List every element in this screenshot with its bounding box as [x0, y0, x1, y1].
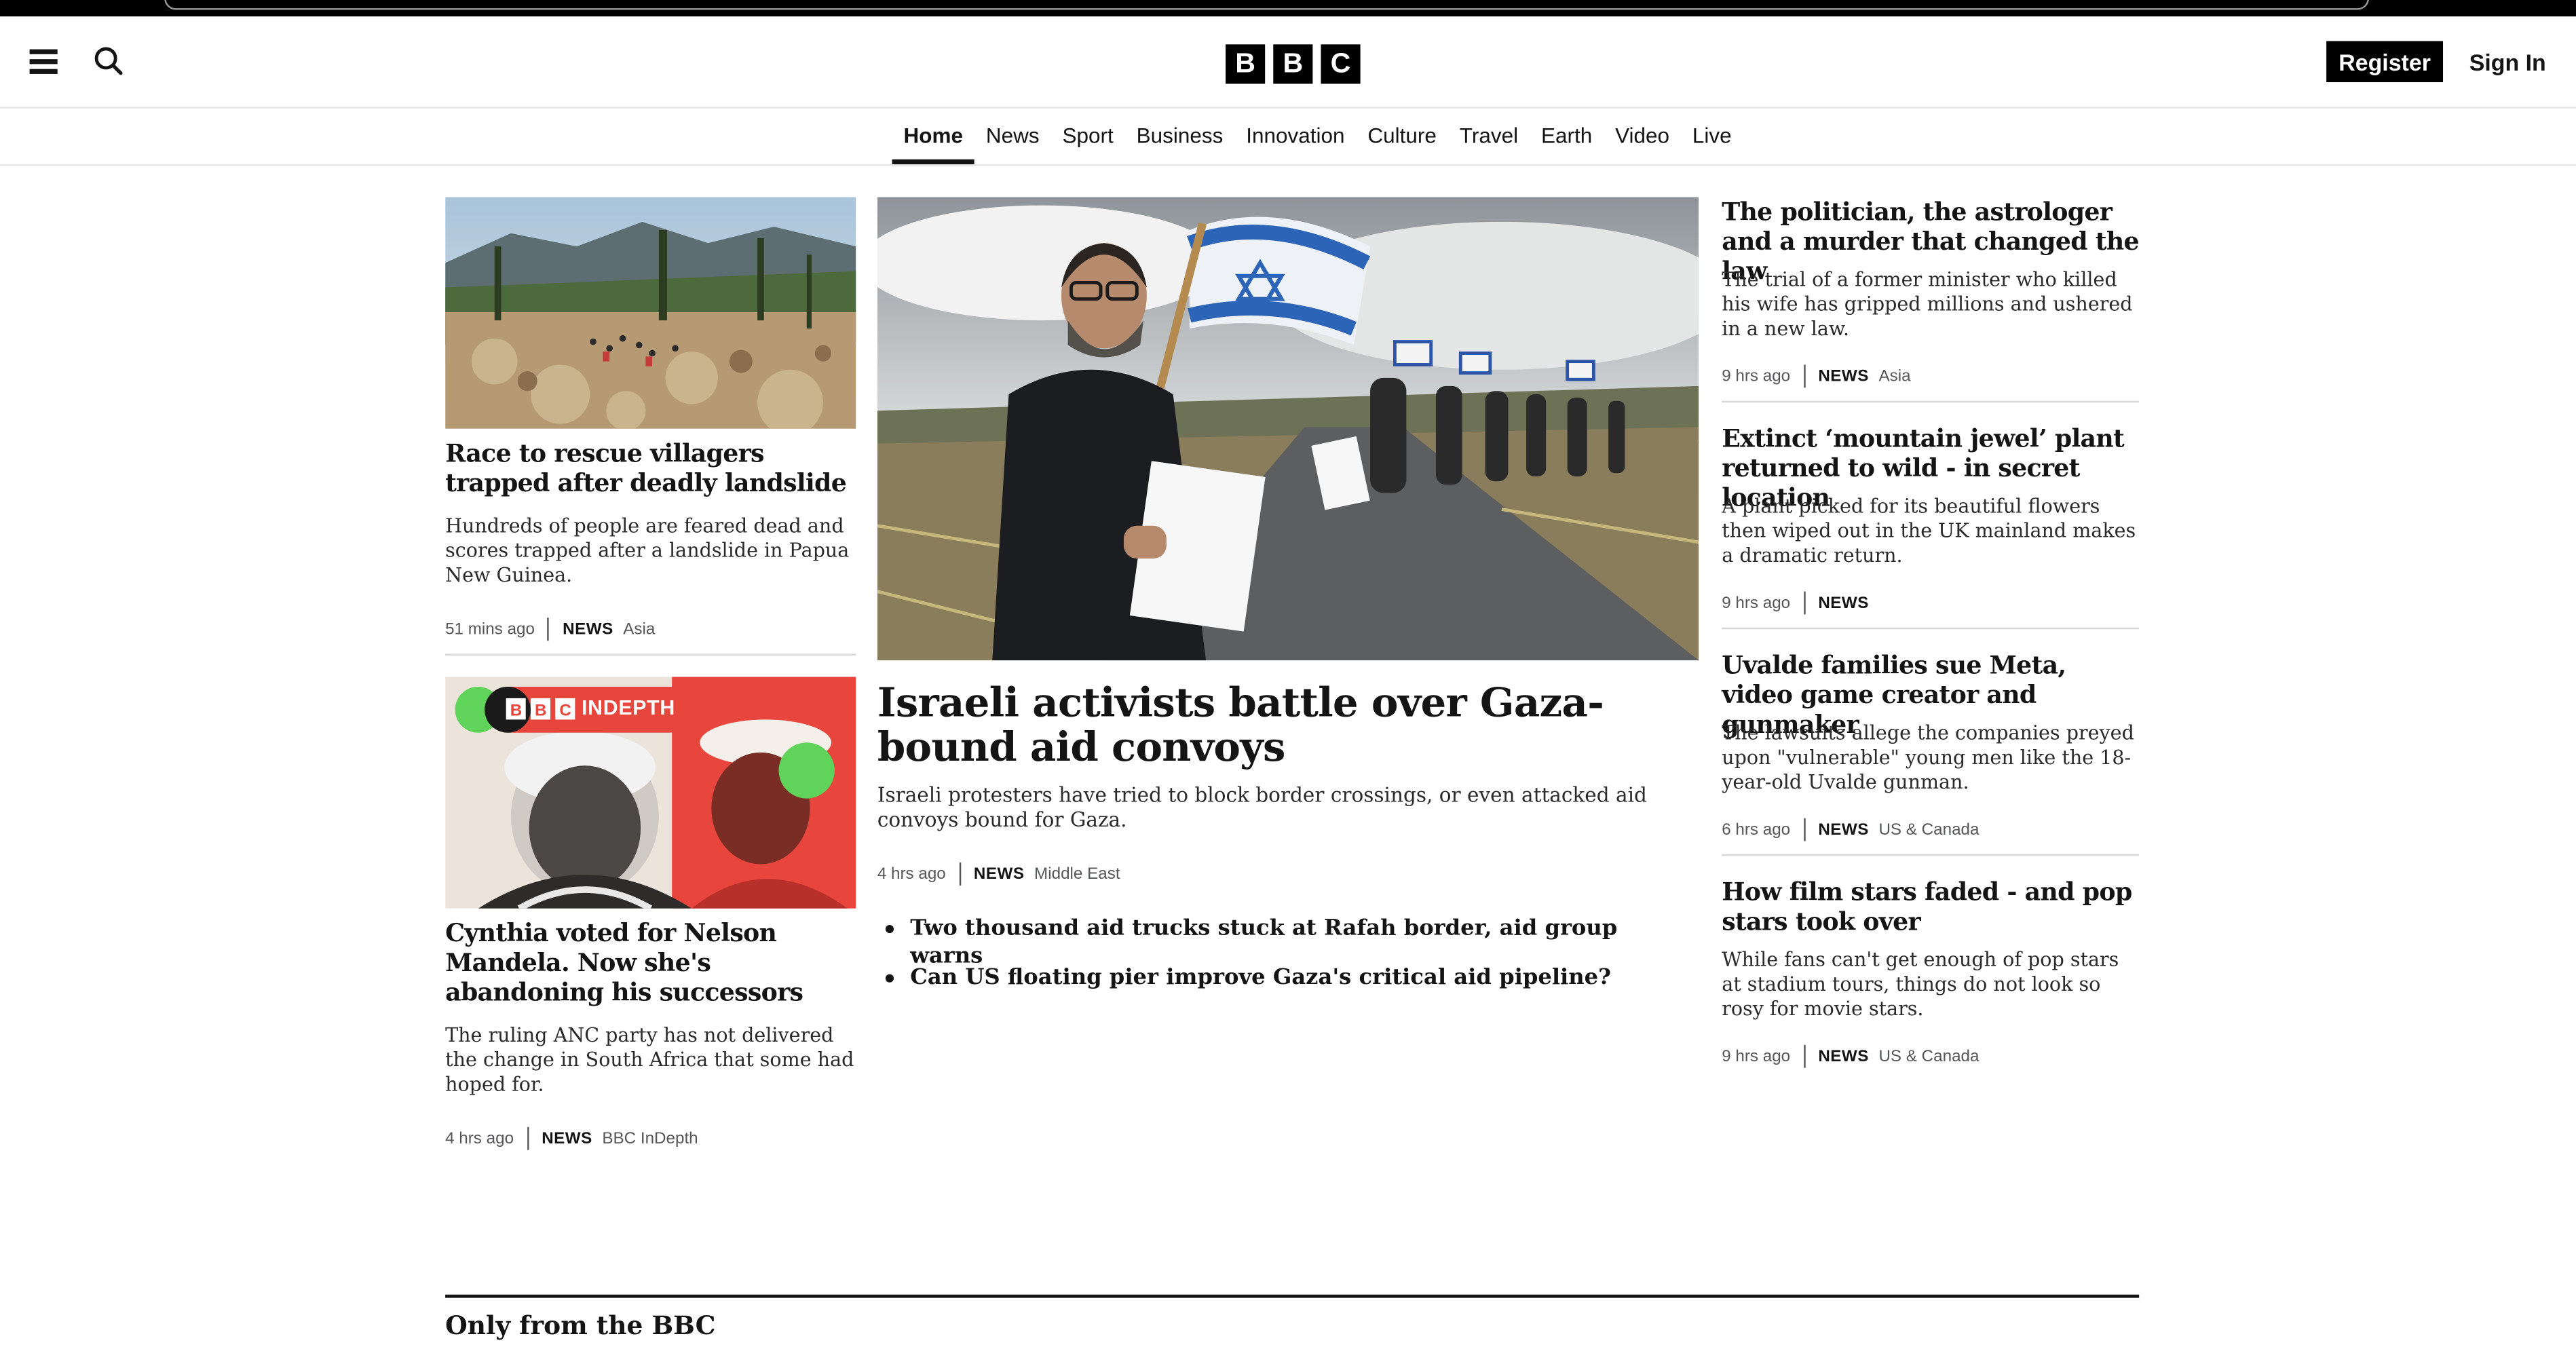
logo-letter: B [1273, 44, 1313, 84]
svg-text:B: B [510, 701, 522, 719]
indepth-image[interactable]: BBC INDEPTH [445, 677, 856, 909]
divider [1722, 854, 2140, 856]
story-summary: Hundreds of people are feared dead and s… [445, 514, 850, 587]
region-tag[interactable]: Asia [1878, 367, 1910, 385]
story-headline[interactable]: Cynthia voted for Nelson Mandela. Now sh… [445, 918, 856, 1007]
address-bar-edge [164, 0, 2370, 10]
register-button[interactable]: Register [2326, 41, 2444, 83]
timestamp: 6 hrs ago [1722, 820, 1791, 839]
story-summary: While fans can't get enough of pop stars… [1722, 947, 2119, 1021]
nav-item-sport[interactable]: Sport [1051, 109, 1125, 164]
region-tag[interactable]: Middle East [1034, 865, 1120, 884]
story-meta: 9 hrs ago NEWS US & Canada [1722, 1044, 1980, 1068]
indepth-badge: INDEPTH [582, 696, 675, 720]
timestamp: 9 hrs ago [1722, 367, 1791, 385]
story-summary: A plant picked for its beautiful flowers… [1722, 494, 2136, 567]
timestamp: 4 hrs ago [445, 1129, 514, 1148]
timestamp: 4 hrs ago [877, 865, 946, 884]
related-links: Two thousand aid trucks stuck at Rafah b… [877, 915, 1682, 1013]
meta-divider [527, 1126, 529, 1150]
story-headline[interactable]: How film stars faded - and pop stars too… [1722, 877, 2139, 936]
meta-divider [1803, 1044, 1805, 1068]
nav-item-home[interactable]: Home [892, 109, 975, 165]
menu-icon[interactable] [29, 49, 58, 74]
logo-letter: C [1321, 44, 1361, 84]
bbc-logo[interactable]: B B C [1226, 44, 1361, 84]
section-tag[interactable]: NEWS [563, 620, 613, 639]
region-tag[interactable]: US & Canada [1878, 1047, 1979, 1065]
meta-divider [1803, 818, 1805, 841]
related-link[interactable]: Can US floating pier improve Gaza's crit… [877, 964, 1682, 1014]
main-story-summary: Israeli protesters have tried to block b… [877, 783, 1647, 832]
story-meta: 9 hrs ago NEWS [1722, 591, 1878, 615]
main-story-headline[interactable]: Israeli activists battle over Gaza-bound… [877, 680, 1682, 769]
landslide-image[interactable] [445, 197, 856, 429]
region-tag[interactable]: US & Canada [1878, 820, 1979, 839]
divider [445, 653, 856, 656]
story-summary: The lawsuits allege the companies preyed… [1722, 721, 2134, 794]
story-summary: The trial of a former minister who kille… [1722, 267, 2133, 341]
section-tag[interactable]: NEWS [1818, 820, 1869, 839]
section-tag[interactable]: NEWS [1818, 594, 1869, 612]
nav-item-news[interactable]: News [974, 109, 1051, 164]
section-rule [445, 1294, 2140, 1298]
section-tag[interactable]: NEWS [542, 1129, 592, 1147]
nav-item-live[interactable]: Live [1681, 109, 1743, 164]
story-headline[interactable]: Race to rescue villagers trapped after d… [445, 438, 856, 497]
svg-text:B: B [535, 701, 546, 719]
nav-item-innovation[interactable]: Innovation [1234, 109, 1356, 164]
divider [1722, 627, 2140, 630]
meta-divider [1803, 591, 1805, 615]
story-meta: 9 hrs ago NEWS Asia [1722, 364, 1911, 388]
masthead: B B C Register Sign In [0, 16, 2576, 109]
story-meta: 4 hrs ago NEWS BBC InDepth [445, 1126, 698, 1150]
main-nav: Home News Sport Business Innovation Cult… [0, 109, 2576, 166]
related-link[interactable]: Two thousand aid trucks stuck at Rafah b… [877, 915, 1682, 969]
nav-item-travel[interactable]: Travel [1448, 109, 1530, 164]
story-meta: 4 hrs ago NEWS Middle East [877, 862, 1120, 886]
timestamp: 9 hrs ago [1722, 594, 1791, 612]
section-title: Only from the BBC [445, 1309, 716, 1341]
meta-divider [1803, 364, 1805, 388]
nav-item-business[interactable]: Business [1125, 109, 1235, 164]
nav-item-earth[interactable]: Earth [1530, 109, 1604, 164]
story-meta: 51 mins ago NEWS Asia [445, 618, 655, 641]
divider [1722, 400, 2140, 403]
main-story-image[interactable] [877, 197, 1699, 661]
region-tag[interactable]: Asia [623, 620, 655, 639]
svg-text:C: C [559, 701, 571, 719]
story-summary: The ruling ANC party has not delivered t… [445, 1023, 854, 1096]
sign-in-link[interactable]: Sign In [2469, 41, 2546, 83]
timestamp: 51 mins ago [445, 620, 535, 639]
meta-divider [959, 862, 961, 886]
section-tag[interactable]: NEWS [974, 865, 1025, 884]
section-tag[interactable]: NEWS [1818, 367, 1869, 385]
nav-item-culture[interactable]: Culture [1356, 109, 1447, 164]
logo-letter: B [1226, 44, 1266, 84]
search-icon[interactable] [94, 46, 124, 76]
region-tag[interactable]: BBC InDepth [602, 1129, 698, 1147]
timestamp: 9 hrs ago [1722, 1047, 1791, 1066]
story-meta: 6 hrs ago NEWS US & Canada [1722, 818, 1980, 841]
nav-item-video[interactable]: Video [1604, 109, 1681, 164]
meta-divider [548, 618, 550, 641]
section-tag[interactable]: NEWS [1818, 1047, 1869, 1065]
